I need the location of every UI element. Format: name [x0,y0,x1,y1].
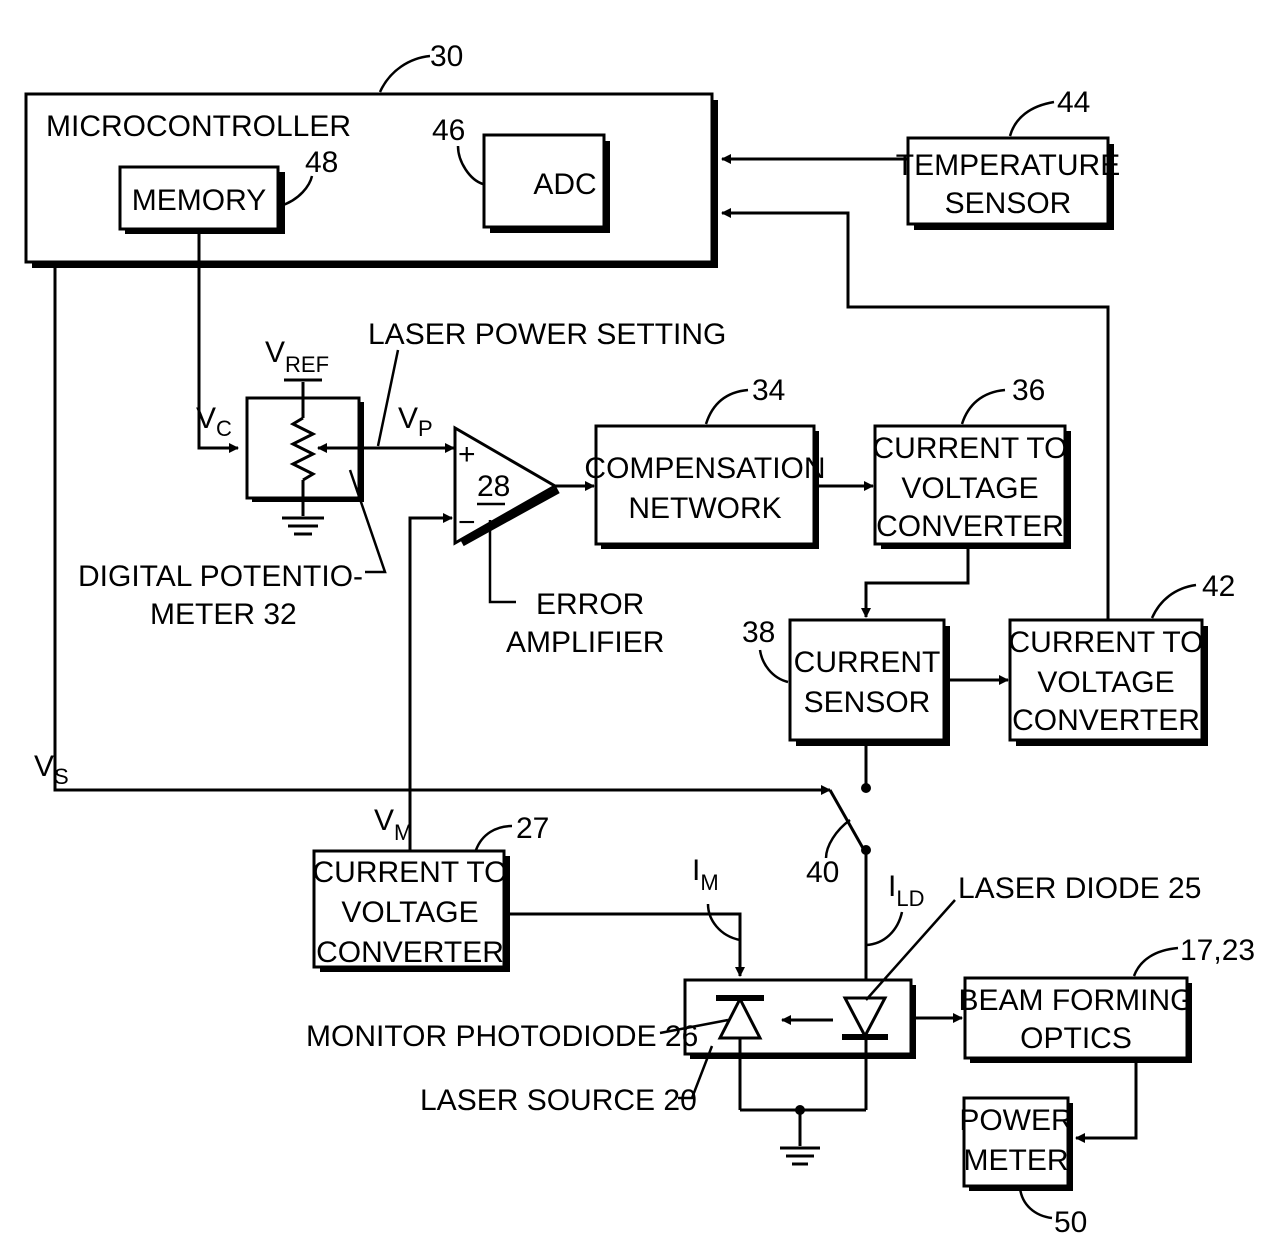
temperature-sensor-label-1: TEMPERATURE [896,149,1120,182]
ref-leader-44 [1008,100,1055,137]
memory-label: MEMORY [132,184,266,217]
im-label: IM [692,854,719,895]
ref-leader-34 [704,388,749,425]
potentiometer-leader [348,469,387,574]
potentiometer-label-1: DIGITAL POTENTIO- [78,560,363,593]
ild-leader [865,911,904,947]
vref-label: VREF [265,336,329,377]
current-sensor-block: CURRENT SENSOR [788,618,950,746]
ref-leader-30 [378,54,431,93]
laser-power-setting-leader [376,349,400,447]
compensation-label-1: COMPENSATION [584,452,825,485]
amplifier-plus: + [458,438,476,471]
current-sensor-label-2: SENSOR [804,686,931,719]
ref-leader-42 [1150,583,1197,619]
ref-38: 38 [742,616,775,649]
ref-50: 50 [1054,1206,1087,1239]
vm-label: VM [374,804,412,845]
laser-control-block-diagram: MICROCONTROLLER 30 MEMORY 48 46 ADC 46 T… [24,40,1255,1239]
error-amplifier-label-2: AMPLIFIER [506,626,664,659]
ref-17-23: 17,23 [1180,934,1255,967]
ref-34: 34 [752,374,785,407]
vc-label: VC [196,402,232,441]
error-amplifier-leader [488,520,516,604]
optics-label-1: BEAM FORMING [958,984,1193,1017]
temperature-sensor-block: TEMPERATURE SENSOR [896,136,1120,230]
ref-leader-40 [824,818,851,859]
vp-label: VP [398,402,433,441]
converter42-label-2: VOLTAGE [1037,666,1174,699]
ref-42: 42 [1202,570,1235,603]
laser-source-label: LASER SOURCE 20 [420,1084,697,1117]
compensation-label-2: NETWORK [628,492,781,525]
error-amplifier-label-1: ERROR [536,588,644,621]
power-meter-label-2: METER [964,1144,1069,1177]
converter42-label-1: CURRENT TO [1008,626,1203,659]
im-leader [706,903,741,942]
amplifier-ref: 28 [477,470,510,503]
microcontroller-label: MICROCONTROLLER [46,110,351,143]
power-meter-block: POWER METER [959,1096,1073,1191]
laser-source-block [683,978,916,1110]
ground-icon [780,1146,820,1166]
ref-40: 40 [806,856,839,889]
converter-36-block: CURRENT TO VOLTAGE CONVERTER [872,424,1071,549]
ref-48: 48 [305,146,338,179]
digital-potentiometer [245,378,364,516]
converter-42-block: CURRENT TO VOLTAGE CONVERTER [1008,618,1208,746]
converter36-label-3: CONVERTER [876,510,1064,543]
power-meter-label-1: POWER [959,1104,1072,1137]
converter42-to-mcu-wire [721,208,1110,620]
ref-46: 46 [432,114,465,147]
ground-icon [282,516,324,536]
ref-leader-36 [960,388,1006,425]
ref-36: 36 [1012,374,1045,407]
ref-44: 44 [1057,86,1090,119]
adc-block: 46 ADC [482,133,610,233]
converter27-label-1: CURRENT TO [312,856,507,889]
switch-40[interactable] [828,789,866,851]
current-sensor-label-1: CURRENT [794,646,941,679]
ild-label: ILD [888,870,924,911]
adc-label: ADC [533,168,596,201]
ref-leader-50 [1018,1187,1053,1220]
memory-block: MEMORY [118,165,285,234]
potentiometer-label-2: METER 32 [150,598,297,631]
ref-leader-27 [474,824,513,851]
ref-leader-38 [758,649,789,684]
monitor-photodiode-label: MONITOR PHOTODIODE 26 [306,1020,698,1053]
converter36-label-2: VOLTAGE [901,472,1038,505]
laser-power-setting-label: LASER POWER SETTING [368,318,726,351]
compensation-network-block: COMPENSATION NETWORK [584,424,826,549]
error-amplifier: + − 28 [453,425,560,547]
vs-label: VS [34,750,69,789]
switch-contact-top [861,783,871,793]
im-wire [504,912,745,977]
ref-30: 30 [430,40,463,73]
converter42-label-3: CONVERTER [1012,704,1200,737]
converter36-to-sensor-wire [861,544,970,618]
temperature-sensor-label-2: SENSOR [945,187,1072,220]
optics-label-2: OPTICS [1020,1022,1132,1055]
laser-diode-label: LASER DIODE 25 [958,872,1201,905]
optics-to-power-meter-wire [1075,1058,1138,1143]
converter-27-block: CURRENT TO VOLTAGE CONVERTER [312,849,510,972]
converter27-label-3: CONVERTER [316,936,504,969]
converter36-label-1: CURRENT TO [872,432,1067,465]
converter27-label-2: VOLTAGE [341,896,478,929]
vm-wire [408,513,453,850]
ref-27: 27 [516,812,549,845]
amplifier-minus: − [458,506,476,539]
beam-forming-optics-block: BEAM FORMING OPTICS [958,976,1194,1063]
ref-leader-17-23 [1132,946,1179,977]
